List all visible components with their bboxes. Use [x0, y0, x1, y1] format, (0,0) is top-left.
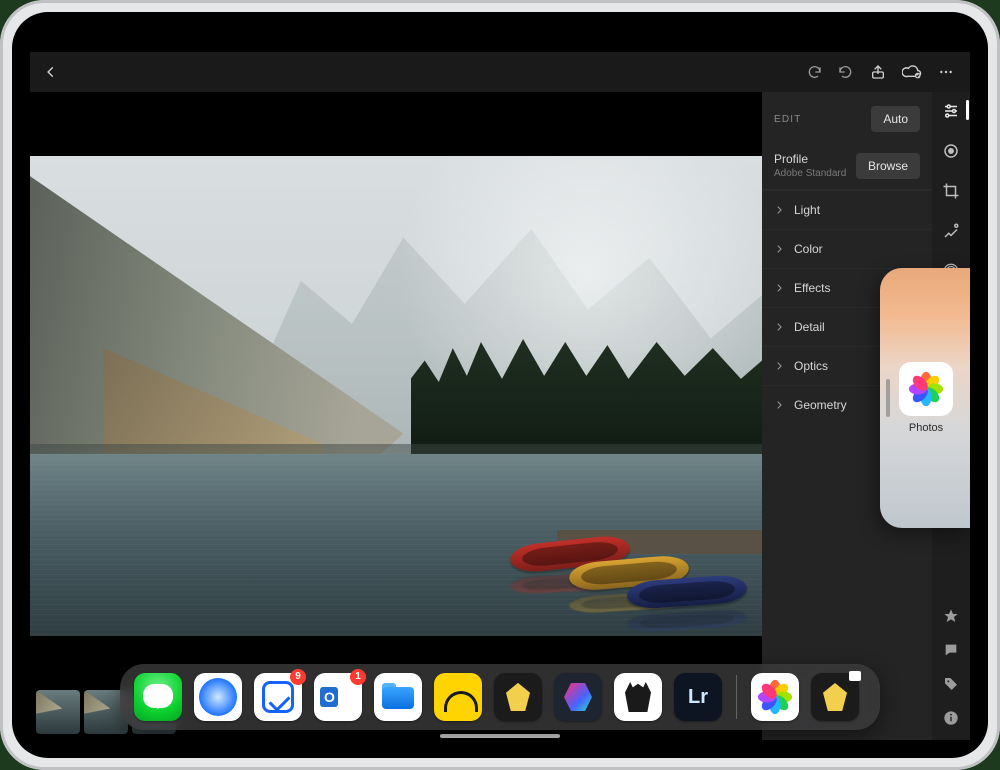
section-label: Optics	[794, 359, 828, 373]
edit-header-row: EDIT Auto	[762, 92, 932, 142]
dock-app-files[interactable]	[374, 673, 422, 721]
section-label: Geometry	[794, 398, 847, 412]
dock-app-messages[interactable]	[134, 673, 182, 721]
photo-canvas	[30, 156, 762, 636]
share-icon[interactable]	[870, 64, 886, 80]
dock-app-shortcuts[interactable]	[554, 673, 602, 721]
dock-separator	[736, 675, 737, 719]
cloud-check-icon[interactable]	[902, 64, 922, 80]
profile-subtitle: Adobe Standard	[774, 168, 846, 179]
edit-label: EDIT	[774, 114, 802, 125]
keywords-tag-icon[interactable]	[943, 676, 959, 692]
slideover-photos-card[interactable]: Photos	[880, 268, 970, 528]
browse-button[interactable]: Browse	[856, 153, 920, 179]
edit-section-color[interactable]: Color	[762, 229, 932, 268]
section-label: Detail	[794, 320, 825, 334]
photos-app-icon[interactable]	[899, 362, 953, 416]
dock-recent-drafts[interactable]	[811, 673, 859, 721]
info-icon[interactable]	[943, 710, 959, 726]
redo-icon[interactable]	[806, 64, 822, 80]
healing-brush-icon[interactable]	[942, 222, 960, 240]
ipad-dock: 9 1	[120, 664, 880, 730]
slideover-label: Photos	[909, 422, 943, 434]
photo-viewport[interactable]	[30, 92, 762, 740]
dock-recent-photos[interactable]	[751, 673, 799, 721]
dock-app-drafts[interactable]	[494, 673, 542, 721]
ipad-bezel: EDIT Auto Profile Adobe Standard Browse …	[12, 12, 988, 758]
crop-icon[interactable]	[942, 182, 960, 200]
section-label: Color	[794, 242, 823, 256]
profile-block: Profile Adobe Standard	[774, 152, 846, 179]
back-button[interactable]	[44, 65, 58, 79]
chevron-right-icon	[774, 400, 784, 410]
dock-app-safari[interactable]	[194, 673, 242, 721]
badge: 1	[350, 669, 366, 685]
more-icon[interactable]	[938, 64, 954, 80]
badge: 9	[290, 669, 306, 685]
edit-section-light[interactable]: Light	[762, 190, 932, 229]
main-area: EDIT Auto Profile Adobe Standard Browse …	[30, 92, 932, 740]
home-indicator[interactable]	[440, 734, 560, 738]
dock-app-outlook[interactable]: 1	[314, 673, 362, 721]
section-label: Effects	[794, 281, 830, 295]
dock-app-bear[interactable]	[614, 673, 662, 721]
comments-icon[interactable]	[943, 642, 959, 658]
auto-button[interactable]: Auto	[871, 106, 920, 132]
chevron-right-icon	[774, 244, 784, 254]
chevron-right-icon	[774, 322, 784, 332]
chevron-right-icon	[774, 283, 784, 293]
slideover-handle[interactable]	[886, 379, 890, 417]
profile-row: Profile Adobe Standard Browse	[762, 142, 932, 190]
dock-app-things[interactable]: 9	[254, 673, 302, 721]
chevron-right-icon	[774, 205, 784, 215]
dock-app-basecamp[interactable]	[434, 673, 482, 721]
rate-star-icon[interactable]	[943, 608, 959, 624]
filmstrip-thumb[interactable]	[36, 690, 80, 734]
lightroom-app-screen: EDIT Auto Profile Adobe Standard Browse …	[30, 52, 970, 740]
section-label: Light	[794, 203, 820, 217]
top-bar	[30, 52, 970, 92]
top-actions	[806, 64, 954, 80]
ipad-device-frame: EDIT Auto Profile Adobe Standard Browse …	[0, 0, 1000, 770]
presets-icon[interactable]	[942, 142, 960, 160]
chevron-right-icon	[774, 361, 784, 371]
dock-app-lightroom[interactable]	[674, 673, 722, 721]
profile-title: Profile	[774, 152, 846, 166]
undo-icon[interactable]	[838, 64, 854, 80]
adjust-sliders-icon[interactable]	[942, 102, 960, 120]
